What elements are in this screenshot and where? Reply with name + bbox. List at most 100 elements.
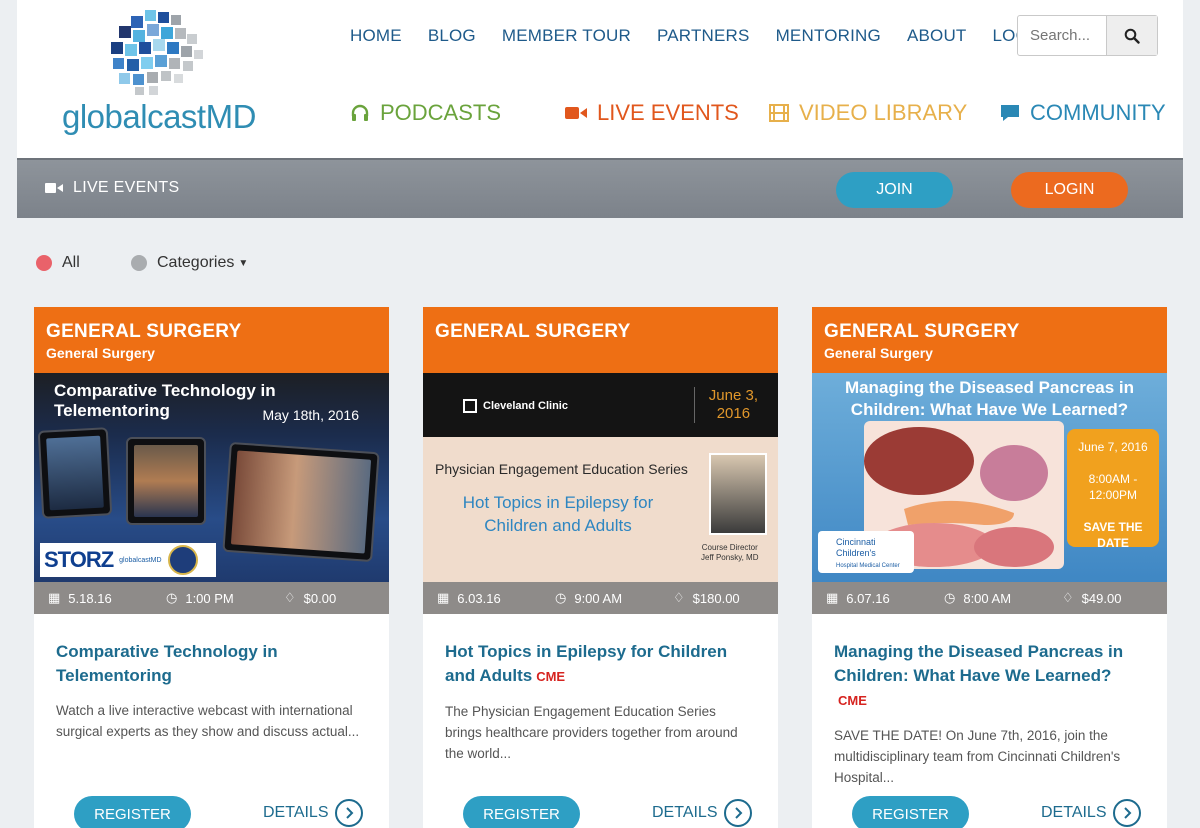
card-header: GENERAL SURGERY General Surgery xyxy=(812,307,1167,373)
image-date: May 18th, 2016 xyxy=(262,407,359,423)
partner-logo: globalcastMD xyxy=(119,556,162,564)
card-description: The Physician Engagement Education Serie… xyxy=(445,704,738,761)
register-button[interactable]: REGISTER xyxy=(463,796,580,828)
section-community-label: COMMUNITY xyxy=(1030,100,1166,125)
cme-badge: CME xyxy=(838,693,867,708)
cincinnati-childrens-logo: Cincinnati Children's Hospital Medical C… xyxy=(818,531,914,573)
section-video-library[interactable]: VIDEO LIBRARY xyxy=(769,100,967,126)
card-category: GENERAL SURGERY xyxy=(46,321,242,342)
meta-time: ◷ 1:00 PM xyxy=(166,590,284,606)
hospital-line1: Cincinnati xyxy=(836,537,876,547)
card-image[interactable]: Comparative Technology in Telementoring … xyxy=(34,373,389,582)
login-button[interactable]: LOGIN xyxy=(1011,172,1128,208)
card-description: SAVE THE DATE! On June 7th, 2016, join t… xyxy=(834,728,1121,785)
image-date-line2: 2016 xyxy=(716,405,751,422)
site-header: globalcastMD HOME BLOG MEMBER TOUR PARTN… xyxy=(17,0,1183,158)
section-video-library-label: VIDEO LIBRARY xyxy=(799,100,968,125)
card-title[interactable]: Hot Topics in Epilepsy for Children and … xyxy=(445,640,756,689)
meta-time-value: 9:00 AM xyxy=(574,590,623,606)
director-line2: Jeff Ponsky, MD xyxy=(701,553,759,562)
meta-price-value: $180.00 xyxy=(692,590,740,606)
brand-name[interactable]: globalcastMD xyxy=(62,98,256,136)
card-description: Watch a live interactive webcast with in… xyxy=(56,703,360,739)
search-input[interactable] xyxy=(1018,16,1106,55)
join-button[interactable]: JOIN xyxy=(836,172,953,208)
save-the-date-note: June 7, 2016 8:00AM - 12:00PM SAVE THE DA… xyxy=(1067,429,1159,550)
image-date-line1: June 3, xyxy=(708,387,758,404)
nav-mentoring[interactable]: MENTORING xyxy=(776,26,881,46)
event-card: GENERAL SURGERY General Surgery Comparat… xyxy=(34,307,389,828)
note-time2: 12:00PM xyxy=(1088,488,1138,502)
card-body: Managing the Diseased Pancreas in Childr… xyxy=(812,614,1167,788)
chat-icon xyxy=(1000,104,1020,122)
card-title[interactable]: Comparative Technology in Telementoring xyxy=(56,640,367,688)
image-topic: Hot Topics in Epilepsy for Children and … xyxy=(462,493,654,535)
chevron-right-icon xyxy=(723,799,752,827)
film-icon xyxy=(769,104,789,122)
nav-partners[interactable]: PARTNERS xyxy=(657,26,750,46)
search-button[interactable] xyxy=(1106,16,1157,55)
note-time1: 8:00AM - xyxy=(1088,472,1138,486)
filter-categories[interactable]: Categories ▼ xyxy=(131,254,248,272)
nav-home[interactable]: HOME xyxy=(350,26,402,46)
meta-date: ▦ 6.03.16 xyxy=(437,590,555,606)
image-date: June 3, 2016 xyxy=(693,387,758,423)
calendar-icon: ▦ xyxy=(437,590,450,605)
card-image[interactable]: Cleveland Clinic June 3, 2016 Physician E… xyxy=(423,373,778,582)
card-title[interactable]: Managing the Diseased Pancreas in Childr… xyxy=(834,640,1145,713)
meta-date: ▦ 5.18.16 xyxy=(48,590,166,606)
meta-price: ♢ $49.00 xyxy=(1062,590,1121,606)
headphones-icon xyxy=(350,104,370,122)
details-link[interactable]: DETAILS xyxy=(1041,799,1141,827)
meta-price: ♢ $180.00 xyxy=(673,590,740,606)
tag-icon: ♢ xyxy=(284,590,296,605)
clock-icon: ◷ xyxy=(555,590,567,605)
nav-about[interactable]: ABOUT xyxy=(907,26,967,46)
image-title-line2: Children: What Have We Learned? xyxy=(850,400,1129,419)
storz-logo: STORZ xyxy=(44,547,114,572)
section-podcasts[interactable]: PODCASTS xyxy=(350,100,501,126)
card-image[interactable]: Managing the Diseased Pancreas in Childre… xyxy=(812,373,1167,582)
card-meta: ▦ 5.18.16 ◷ 1:00 PM ♢ $0.00 xyxy=(34,582,389,614)
meta-time: ◷ 8:00 AM xyxy=(944,590,1062,606)
card-body: Comparative Technology in Telementoring … xyxy=(34,614,389,742)
section-community[interactable]: COMMUNITY xyxy=(1000,100,1166,126)
register-button[interactable]: REGISTER xyxy=(852,796,969,828)
nav-member-tour[interactable]: MEMBER TOUR xyxy=(502,26,631,46)
note-date: June 7, 2016 xyxy=(1078,440,1148,454)
card-meta: ▦ 6.03.16 ◷ 9:00 AM ♢ $180.00 xyxy=(423,582,778,614)
tag-icon: ♢ xyxy=(1062,590,1074,605)
card-subcategory: General Surgery xyxy=(824,345,933,361)
tablet-graphic xyxy=(222,441,380,563)
meta-date-value: 5.18.16 xyxy=(68,590,112,606)
note-save1: SAVE THE xyxy=(1083,520,1143,534)
cme-badge: CME xyxy=(536,669,566,684)
image-series: Physician Engagement Education Series xyxy=(435,461,688,477)
live-events-bar: LIVE EVENTS JOIN LOGIN xyxy=(17,158,1183,218)
nav-blog[interactable]: BLOG xyxy=(428,26,476,46)
card-category: GENERAL SURGERY xyxy=(824,321,1020,342)
filter-all[interactable]: All xyxy=(36,254,80,272)
sponsor-logos: STORZ globalcastMD xyxy=(40,543,216,577)
bar-title-label: LIVE EVENTS xyxy=(73,179,180,196)
card-header: GENERAL SURGERY xyxy=(423,307,778,373)
top-nav: HOME BLOG MEMBER TOUR PARTNERS MENTORING… xyxy=(350,26,1046,46)
event-card: GENERAL SURGERY Cleveland Clinic June 3,… xyxy=(423,307,778,828)
filter-categories-dot xyxy=(131,255,147,271)
section-live-events[interactable]: LIVE EVENTS xyxy=(565,100,739,126)
card-body: Hot Topics in Epilepsy for Children and … xyxy=(423,614,778,764)
director-photo xyxy=(709,453,767,535)
filter-all-label: All xyxy=(62,254,80,271)
details-link[interactable]: DETAILS xyxy=(652,799,752,827)
details-label: DETAILS xyxy=(263,804,329,821)
cleveland-clinic-logo: Cleveland Clinic xyxy=(463,399,568,413)
details-link[interactable]: DETAILS xyxy=(263,799,363,827)
meta-price-value: $49.00 xyxy=(1081,590,1122,606)
globe-logo-icon[interactable] xyxy=(105,8,205,96)
card-subcategory: General Surgery xyxy=(46,345,155,361)
note-save2: DATE xyxy=(1097,536,1129,550)
section-podcasts-label: PODCASTS xyxy=(380,100,502,125)
tablet-graphic xyxy=(37,427,113,519)
register-button[interactable]: REGISTER xyxy=(74,796,191,828)
image-title: Managing the Diseased Pancreas in Childre… xyxy=(812,377,1167,421)
